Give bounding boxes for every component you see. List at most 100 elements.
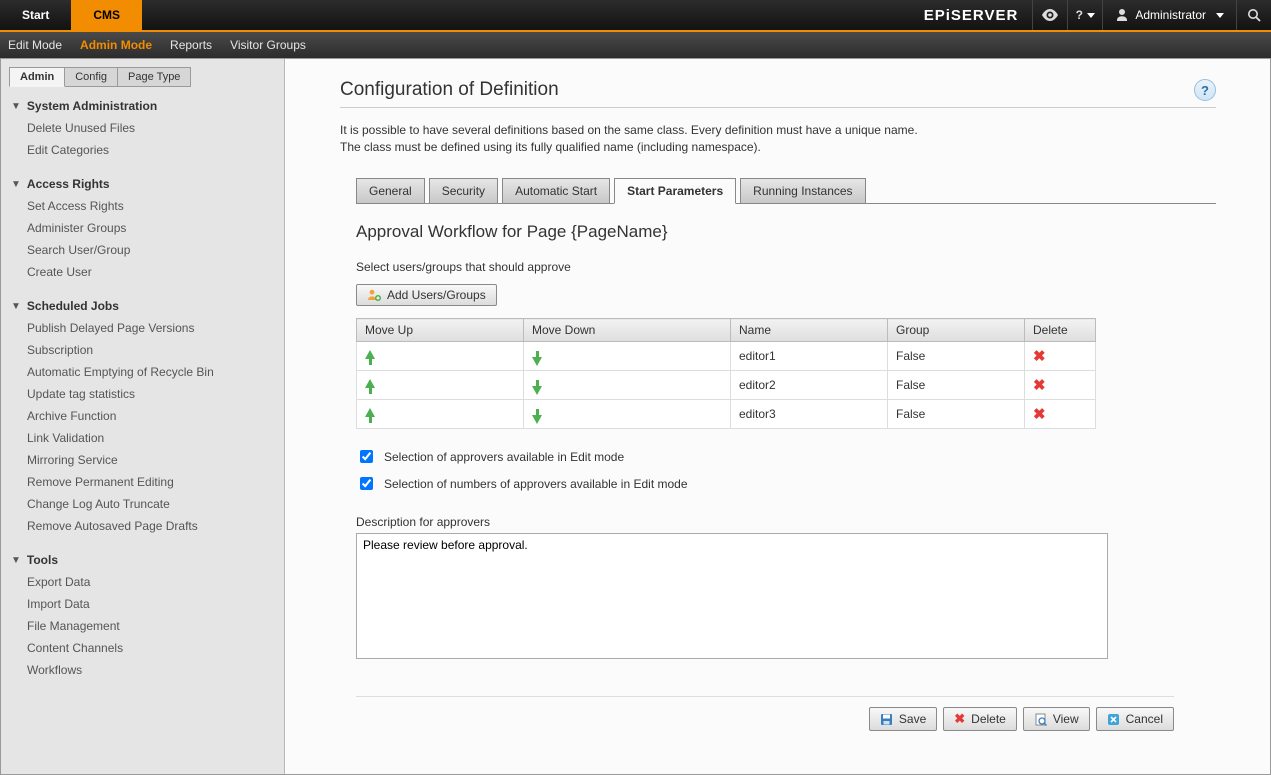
collapse-icon: ▼ — [11, 555, 21, 566]
sidebar-section: ▼ Scheduled Jobs Publish Delayed Page Vers… — [1, 297, 284, 537]
sidebar-item[interactable]: Set Access Rights — [1, 195, 284, 217]
sidebar-item[interactable]: Archive Function — [1, 405, 284, 427]
mode-edit[interactable]: Edit Mode — [8, 38, 62, 52]
approvers-table: Move Up Move Down Name Group Delete edit… — [356, 318, 1096, 429]
delete-button[interactable]: ✖ Delete — [943, 707, 1017, 731]
mode-reports[interactable]: Reports — [170, 38, 212, 52]
sidebar-section-header[interactable]: ▼ Tools — [1, 551, 284, 571]
description-textarea[interactable] — [356, 533, 1108, 659]
collapse-icon: ▼ — [11, 179, 21, 190]
sidebar-section-title: Scheduled Jobs — [27, 299, 119, 313]
sidebar-item[interactable]: Workflows — [1, 659, 284, 681]
sidebar-item[interactable]: Content Channels — [1, 637, 284, 659]
sidebar-item[interactable]: Edit Categories — [1, 139, 284, 161]
col-delete: Delete — [1025, 319, 1096, 342]
sidebar-item[interactable]: Link Validation — [1, 427, 284, 449]
top-header: Start CMS EPiSERVER ? Administrator — [0, 0, 1271, 32]
checkbox-numbers-edit-label: Selection of numbers of approvers availa… — [384, 477, 688, 491]
move-down-icon[interactable] — [532, 380, 542, 395]
sidebar-tab-config[interactable]: Config — [64, 67, 118, 87]
sidebar-item[interactable]: Remove Autosaved Page Drafts — [1, 515, 284, 537]
sidebar-item[interactable]: Import Data — [1, 593, 284, 615]
checkbox-numbers-edit[interactable] — [360, 477, 373, 490]
desc-for-approvers-label: Description for approvers — [356, 515, 1216, 529]
sidebar-tab-pagetype[interactable]: Page Type — [117, 67, 191, 87]
table-row: editor1False✖ — [357, 342, 1096, 371]
sidebar-section-header[interactable]: ▼ Scheduled Jobs — [1, 297, 284, 317]
move-up-icon[interactable] — [365, 350, 375, 365]
tab-general[interactable]: General — [356, 178, 425, 204]
search-icon[interactable] — [1236, 0, 1271, 30]
table-row: editor3False✖ — [357, 400, 1096, 429]
sidebar-item[interactable]: Delete Unused Files — [1, 117, 284, 139]
collapse-icon: ▼ — [11, 301, 21, 312]
add-button-label: Add Users/Groups — [387, 288, 486, 302]
select-label: Select users/groups that should approve — [356, 260, 1216, 274]
cell-name: editor1 — [731, 342, 888, 371]
tab-cms[interactable]: CMS — [71, 0, 142, 30]
page-title: Configuration of Definition — [340, 79, 559, 101]
check-approvers-edit: Selection of approvers available in Edit… — [356, 447, 1216, 466]
add-users-groups-button[interactable]: Add Users/Groups — [356, 284, 497, 306]
sidebar-section-title: System Administration — [27, 99, 157, 113]
help-menu-icon[interactable]: ? — [1067, 0, 1102, 30]
table-row: editor2False ✖ — [357, 371, 1096, 400]
sidebar-item[interactable]: Change Log Auto Truncate — [1, 493, 284, 515]
move-down-icon[interactable] — [532, 351, 542, 366]
checkbox-approvers-edit[interactable] — [360, 450, 373, 463]
delete-row-icon[interactable]: ✖ — [1033, 406, 1046, 423]
sidebar-item[interactable]: Administer Groups — [1, 217, 284, 239]
save-icon — [880, 713, 893, 726]
preview-icon[interactable] — [1032, 0, 1067, 30]
sidebar-section-header[interactable]: ▼ System Administration — [1, 97, 284, 117]
sidebar-tabs: Admin Config Page Type — [9, 67, 284, 87]
tab-automatic-start[interactable]: Automatic Start — [502, 178, 610, 204]
page-title-row: Configuration of Definition ? — [340, 79, 1216, 108]
page-description: It is possible to have several definitio… — [340, 122, 1216, 156]
checkbox-approvers-edit-label: Selection of approvers available in Edit… — [384, 450, 624, 464]
logo: EPiSERVER — [910, 0, 1033, 30]
cell-group: False — [888, 371, 1025, 400]
move-up-icon[interactable] — [365, 379, 375, 394]
add-users-icon — [367, 288, 381, 302]
save-button[interactable]: Save — [869, 707, 937, 731]
delete-icon: ✖ — [954, 711, 965, 727]
sidebar-section-header[interactable]: ▼Access Rights — [1, 175, 284, 195]
mode-visitor-groups[interactable]: Visitor Groups — [230, 38, 306, 52]
sidebar-section-title: Tools — [27, 553, 58, 567]
tab-start-parameters[interactable]: Start Parameters — [614, 178, 736, 204]
delete-row-icon[interactable]: ✖ — [1033, 348, 1046, 365]
move-up-icon[interactable] — [365, 408, 375, 423]
sidebar-item[interactable]: Create User — [1, 261, 284, 283]
sidebar-item[interactable]: Remove Permanent Editing — [1, 471, 284, 493]
delete-row-icon[interactable]: ✖ — [1033, 377, 1046, 394]
sidebar-item[interactable]: Mirroring Service — [1, 449, 284, 471]
desc-line-1: It is possible to have several definitio… — [340, 122, 1216, 139]
sidebar-item[interactable]: Publish Delayed Page Versions — [1, 317, 284, 339]
cancel-button[interactable]: Cancel — [1096, 707, 1174, 731]
help-icon[interactable]: ? — [1194, 79, 1216, 101]
mode-admin[interactable]: Admin Mode — [80, 38, 152, 52]
sidebar-item[interactable]: Update tag statistics — [1, 383, 284, 405]
sidebar-item[interactable]: Search User/Group — [1, 239, 284, 261]
save-label: Save — [899, 712, 926, 726]
desc-line-2: The class must be defined using its full… — [340, 139, 1216, 156]
col-moveup: Move Up — [357, 319, 524, 342]
footer-buttons: Save ✖ Delete View Cancel — [356, 696, 1174, 731]
delete-label: Delete — [971, 712, 1006, 726]
sidebar-item[interactable]: Export Data — [1, 571, 284, 593]
sidebar-tab-admin[interactable]: Admin — [9, 67, 65, 87]
tab-security[interactable]: Security — [429, 178, 498, 204]
move-down-icon[interactable] — [532, 409, 542, 424]
sidebar-item[interactable]: Automatic Emptying of Recycle Bin — [1, 361, 284, 383]
user-menu[interactable]: Administrator — [1102, 0, 1236, 30]
main: Configuration of Definition ? It is poss… — [285, 59, 1270, 774]
mode-menu: Edit Mode Admin Mode Reports Visitor Gro… — [0, 32, 1271, 58]
tab-running-instances[interactable]: Running Instances — [740, 178, 865, 204]
cell-name: editor2 — [731, 371, 888, 400]
tab-start[interactable]: Start — [0, 0, 71, 30]
view-button[interactable]: View — [1023, 707, 1090, 731]
sidebar-item[interactable]: Subscription — [1, 339, 284, 361]
collapse-icon: ▼ — [11, 101, 21, 112]
sidebar-item[interactable]: File Management — [1, 615, 284, 637]
